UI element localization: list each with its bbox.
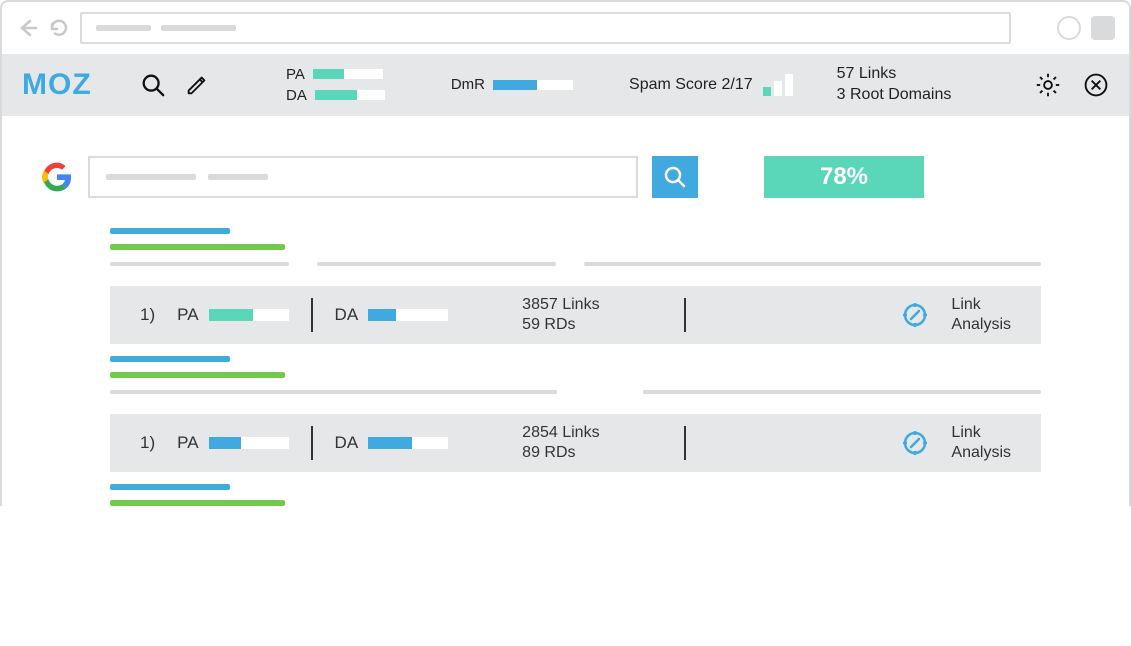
snippet-placeholder [643,390,1041,394]
links-summary: 57 Links 3 Root Domains [837,64,952,106]
placeholder-line [106,174,196,180]
spam-score-label: Spam Score 2/17 [629,76,753,94]
pa-da-metrics: PA DA [286,66,385,104]
result-title-placeholder [110,228,230,234]
result-group: 1) PA DA 2854 Links 89 RDs [110,356,1041,472]
window-control-square[interactable] [1091,16,1115,40]
moz-logo: MOZ [22,68,122,102]
percent-badge: 78% [764,156,924,198]
search-icon[interactable] [140,72,166,98]
results-list: 1) PA DA 3857 Links 59 RDs [2,198,1129,506]
placeholder-line [96,25,151,31]
result-url-placeholder [110,500,285,506]
dmr-bar [493,80,573,90]
result-url-placeholder [110,372,285,378]
google-logo-icon [42,162,72,192]
divider [684,426,686,460]
snippet-placeholder [110,262,289,266]
placeholder-line [161,25,236,31]
result-url-placeholder [110,244,285,250]
google-search-button[interactable] [652,156,698,198]
browser-chrome: MOZ PA DA DmR Spam Score 2/17 [0,0,1131,506]
result-da-label: DA [335,433,359,453]
snippet-placeholder [317,262,556,266]
gear-icon[interactable] [1035,72,1061,98]
result-metrics-bar: 1) PA DA 3857 Links 59 RDs [110,286,1041,344]
root-domains-count: 3 Root Domains [837,85,952,106]
da-bar [315,90,385,100]
dmr-metric: DmR [451,76,573,93]
browser-top-bar [2,2,1129,54]
svg-text:MOZ: MOZ [22,68,92,101]
result-index: 1) [140,305,155,325]
pa-label: PA [286,66,305,83]
page-content: 78% 1) PA [2,116,1129,506]
divider [311,298,313,332]
result-pa-label: PA [177,433,198,453]
google-search-input[interactable] [88,156,638,198]
result-da-bar [368,437,448,449]
links-count: 57 Links [837,64,952,85]
placeholder-line [208,174,268,180]
pencil-icon[interactable] [184,72,210,98]
reload-icon[interactable] [48,17,70,39]
result-pa-bar [209,309,289,321]
back-arrow-icon[interactable] [16,17,38,39]
result-index: 1) [140,433,155,453]
result-group: 1) PA DA 3857 Links 59 RDs [110,228,1041,344]
snippet-placeholder [584,262,1041,266]
address-bar[interactable] [80,12,1011,44]
dmr-label: DmR [451,76,485,93]
window-control-circle[interactable] [1057,16,1081,40]
link-analysis-label[interactable]: Link Analysis [951,423,1011,461]
link-analysis-icon[interactable] [901,429,929,457]
result-pa-label: PA [177,305,198,325]
link-analysis-label[interactable]: Link Analysis [951,295,1011,333]
result-group-partial [110,484,1041,506]
result-title-placeholder [110,356,230,362]
da-label: DA [286,87,307,104]
close-icon[interactable] [1083,72,1109,98]
result-pa-bar [209,437,289,449]
divider [311,426,313,460]
snippet-placeholder [110,390,557,394]
result-da-label: DA [335,305,359,325]
moz-toolbar: MOZ PA DA DmR Spam Score 2/17 [2,54,1129,116]
spam-score: Spam Score 2/17 [629,74,793,96]
result-title-placeholder [110,484,230,490]
result-link-stats: 3857 Links 59 RDs [522,295,662,333]
result-da-bar [368,309,448,321]
result-link-stats: 2854 Links 89 RDs [522,423,662,461]
link-analysis-icon[interactable] [901,301,929,329]
result-metrics-bar: 1) PA DA 2854 Links 89 RDs [110,414,1041,472]
spam-bars-icon [763,74,793,96]
search-row: 78% [2,156,1129,198]
divider [684,298,686,332]
pa-bar [313,69,383,79]
